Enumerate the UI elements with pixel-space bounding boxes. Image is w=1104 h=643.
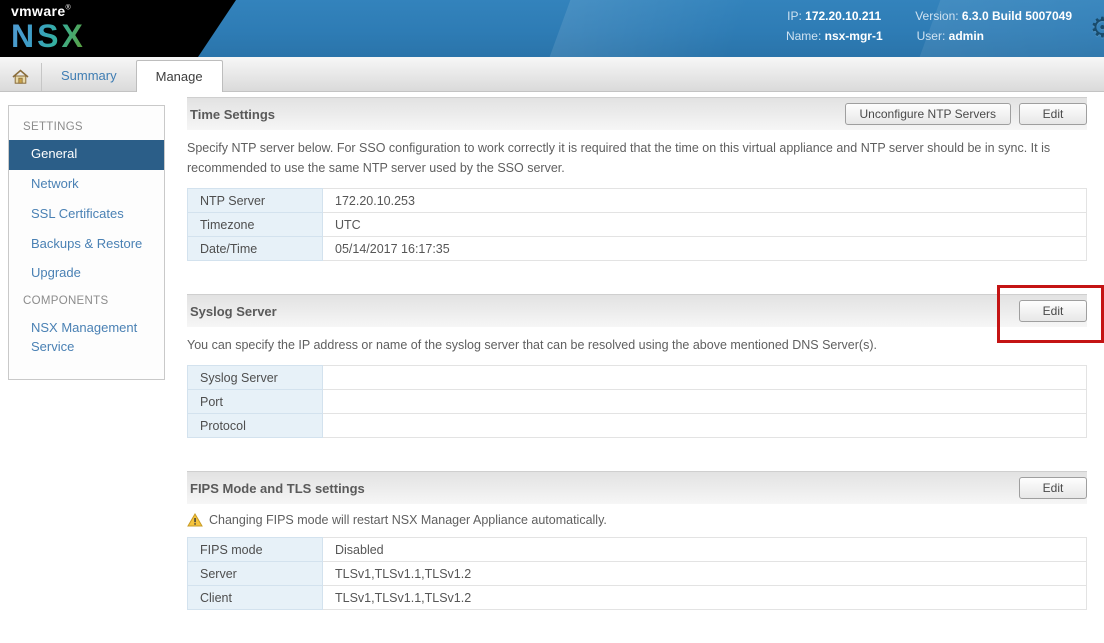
sidebar-item-network[interactable]: Network bbox=[9, 170, 164, 200]
row-label: FIPS mode bbox=[188, 538, 323, 562]
syslog-server-title: Syslog Server bbox=[190, 304, 277, 319]
fips-tls-header: FIPS Mode and TLS settings Edit bbox=[187, 471, 1087, 504]
time-settings-description: Specify NTP server below. For SSO config… bbox=[187, 138, 1087, 178]
content-area: SETTINGS General Network SSL Certificate… bbox=[0, 92, 1104, 643]
sidebar-header-components: COMPONENTS bbox=[9, 289, 164, 314]
time-settings-header: Time Settings Unconfigure NTP Servers Ed… bbox=[187, 97, 1087, 130]
row-value bbox=[323, 390, 1087, 414]
sidebar-header-settings: SETTINGS bbox=[9, 115, 164, 140]
table-row: Timezone UTC bbox=[188, 213, 1087, 237]
user-info: User: admin bbox=[917, 29, 984, 43]
table-row: Syslog Server bbox=[188, 366, 1087, 390]
sidebar-menu: SETTINGS General Network SSL Certificate… bbox=[8, 105, 165, 380]
row-value: 172.20.10.253 bbox=[323, 189, 1087, 213]
fips-tls-title: FIPS Mode and TLS settings bbox=[190, 481, 365, 496]
table-row: FIPS mode Disabled bbox=[188, 538, 1087, 562]
sidebar: SETTINGS General Network SSL Certificate… bbox=[0, 92, 187, 643]
syslog-edit-button[interactable]: Edit bbox=[1019, 300, 1087, 322]
tab-bar: Summary Manage bbox=[0, 57, 1104, 92]
row-label: Client bbox=[188, 586, 323, 610]
time-settings-title: Time Settings bbox=[190, 107, 275, 122]
table-row: Client TLSv1,TLSv1.1,TLSv1.2 bbox=[188, 586, 1087, 610]
nsx-logo-text: NSX bbox=[11, 21, 86, 51]
table-row: Date/Time 05/14/2017 16:17:35 bbox=[188, 237, 1087, 261]
table-row: NTP Server 172.20.10.253 bbox=[188, 189, 1087, 213]
row-value bbox=[323, 366, 1087, 390]
warning-icon bbox=[187, 513, 203, 527]
syslog-server-table: Syslog Server Port Protocol bbox=[187, 365, 1087, 438]
syslog-server-header: Syslog Server Edit bbox=[187, 294, 1087, 327]
nsx-logo: vmware® NSX bbox=[11, 4, 86, 51]
vmware-logo-text: vmware bbox=[11, 3, 66, 19]
registered-mark: ® bbox=[66, 5, 71, 12]
section-time-settings: Time Settings Unconfigure NTP Servers Ed… bbox=[187, 97, 1087, 261]
table-row: Port bbox=[188, 390, 1087, 414]
tab-home[interactable] bbox=[0, 63, 42, 91]
fips-tls-table: FIPS mode Disabled Server TLSv1,TLSv1.1,… bbox=[187, 537, 1087, 610]
fips-warning: Changing FIPS mode will restart NSX Mana… bbox=[187, 513, 1087, 527]
time-settings-table: NTP Server 172.20.10.253 Timezone UTC Da… bbox=[187, 188, 1087, 261]
gear-icon[interactable]: ⚙ bbox=[1090, 11, 1104, 44]
main-panel: Time Settings Unconfigure NTP Servers Ed… bbox=[187, 92, 1087, 643]
row-label: Syslog Server bbox=[188, 366, 323, 390]
appliance-info: IP: 172.20.10.211 Version: 6.3.0 Build 5… bbox=[786, 9, 1072, 43]
tab-summary[interactable]: Summary bbox=[42, 60, 136, 91]
row-label: Port bbox=[188, 390, 323, 414]
section-syslog-server: Syslog Server Edit You can specify the I… bbox=[187, 294, 1087, 438]
section-fips-tls: FIPS Mode and TLS settings Edit Changing… bbox=[187, 471, 1087, 610]
tab-manage[interactable]: Manage bbox=[136, 60, 223, 92]
sidebar-item-nsx-management-service[interactable]: NSX Management Service bbox=[9, 314, 164, 363]
fips-warning-text: Changing FIPS mode will restart NSX Mana… bbox=[209, 513, 607, 527]
row-label: Protocol bbox=[188, 414, 323, 438]
time-settings-edit-button[interactable]: Edit bbox=[1019, 103, 1087, 125]
row-label: Date/Time bbox=[188, 237, 323, 261]
table-row: Protocol bbox=[188, 414, 1087, 438]
row-value: TLSv1,TLSv1.1,TLSv1.2 bbox=[323, 562, 1087, 586]
row-label: Server bbox=[188, 562, 323, 586]
fips-edit-button[interactable]: Edit bbox=[1019, 477, 1087, 499]
top-banner: vmware® NSX IP: 172.20.10.211 Version: 6… bbox=[0, 0, 1104, 57]
table-row: Server TLSv1,TLSv1.1,TLSv1.2 bbox=[188, 562, 1087, 586]
version-info: Version: 6.3.0 Build 5007049 bbox=[915, 9, 1072, 23]
sidebar-item-backups-restore[interactable]: Backups & Restore bbox=[9, 230, 164, 260]
row-value: 05/14/2017 16:17:35 bbox=[323, 237, 1087, 261]
row-value: UTC bbox=[323, 213, 1087, 237]
sidebar-item-ssl-certificates[interactable]: SSL Certificates bbox=[9, 200, 164, 230]
unconfigure-ntp-servers-button[interactable]: Unconfigure NTP Servers bbox=[845, 103, 1012, 125]
row-label: Timezone bbox=[188, 213, 323, 237]
sidebar-item-upgrade[interactable]: Upgrade bbox=[9, 259, 164, 289]
name-info: Name: nsx-mgr-1 bbox=[786, 29, 883, 43]
home-icon bbox=[12, 69, 29, 84]
syslog-server-description: You can specify the IP address or name o… bbox=[187, 335, 1087, 355]
row-value bbox=[323, 414, 1087, 438]
row-value: TLSv1,TLSv1.1,TLSv1.2 bbox=[323, 586, 1087, 610]
row-label: NTP Server bbox=[188, 189, 323, 213]
sidebar-item-general[interactable]: General bbox=[9, 140, 164, 170]
row-value: Disabled bbox=[323, 538, 1087, 562]
ip-info: IP: 172.20.10.211 bbox=[787, 9, 881, 23]
